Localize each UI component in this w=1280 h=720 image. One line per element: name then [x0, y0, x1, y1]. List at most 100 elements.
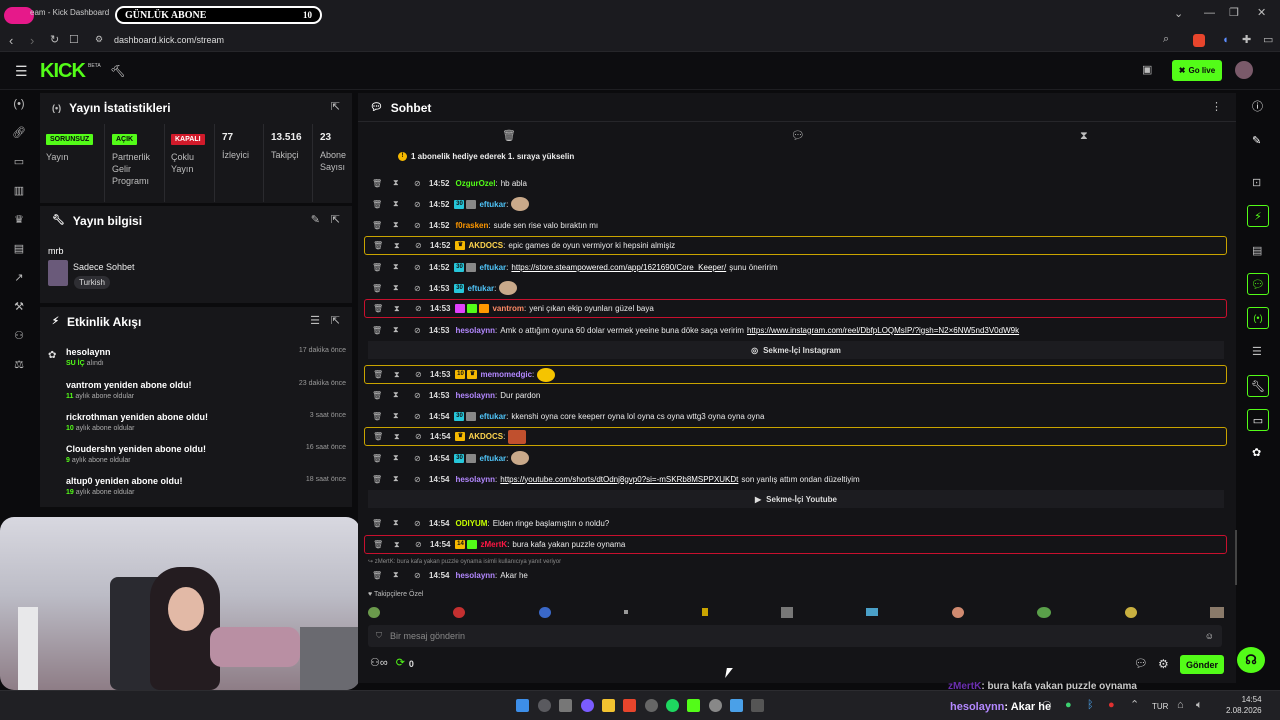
url-field[interactable]: dashboard.kick.com/stream	[114, 35, 224, 45]
message-user[interactable]: eftukar	[479, 263, 506, 272]
delete-icon[interactable]: 🗑︎	[372, 179, 385, 188]
message-user[interactable]: eftukar	[479, 200, 506, 209]
timeout-icon[interactable]: ⧗	[393, 570, 406, 580]
wrench-button[interactable]: 🔧︎	[1247, 375, 1269, 397]
kick-logo[interactable]: KICK	[40, 60, 86, 83]
send-button[interactable]: Gönder	[1180, 655, 1224, 674]
notes-icon[interactable]: ▤	[1252, 246, 1262, 257]
gear-icon[interactable]: ⚙	[1158, 658, 1169, 670]
emote-icon[interactable]	[453, 606, 466, 618]
ban-icon[interactable]: ⊘	[414, 326, 427, 335]
timeout-icon[interactable]: ⧗	[393, 474, 406, 484]
chat-message[interactable]: 🗑︎ ⧗ ⊘ 14:53 hesolaynn: Dur pardon	[364, 386, 1227, 404]
timeout-icon[interactable]: ⧗	[394, 241, 407, 251]
chat-message-highlighted[interactable]: 🗑︎ ⧗ ⊘ 14:53 10 ♛ memomedgic:	[364, 365, 1227, 384]
message-user[interactable]: eftukar	[467, 284, 494, 293]
obs-icon[interactable]	[645, 699, 658, 712]
link-icon[interactable]: 🔗︎	[8, 119, 30, 148]
message-user[interactable]: vantrom	[492, 304, 524, 313]
taskview-icon[interactable]	[559, 699, 572, 712]
message-user[interactable]: OzgurOzel	[455, 179, 495, 188]
close-icon[interactable]: ✕	[1257, 8, 1266, 19]
emoji-icon[interactable]: ☺	[1205, 631, 1214, 641]
window-button[interactable]: ▭	[1247, 409, 1269, 431]
timeout-icon[interactable]: ⧗	[393, 178, 406, 188]
chat-message[interactable]: 🗑︎ ⧗ ⊘ 14:54 hesolaynn: https://youtube.com…	[364, 470, 1227, 488]
timeout-icon[interactable]: ⧗	[393, 518, 406, 528]
bookmark-icon[interactable]: ☐	[69, 35, 79, 46]
wrench-icon[interactable]: ⚒	[8, 293, 30, 322]
extension-icon[interactable]: ◖	[1222, 35, 1229, 46]
message-user[interactable]: zMertK	[480, 540, 507, 549]
clock[interactable]: 14:54 2.08.2026	[1226, 694, 1262, 716]
video-icon[interactable]: ▤	[8, 235, 30, 264]
explorer-icon[interactable]	[602, 699, 615, 712]
delete-icon[interactable]: 🗑︎	[372, 519, 385, 528]
avatar[interactable]	[1235, 61, 1253, 79]
emote-icon[interactable]	[701, 608, 708, 616]
target-icon[interactable]: ⊡	[1252, 178, 1261, 189]
ban-icon[interactable]: ⊘	[414, 454, 427, 463]
chevron-up-icon[interactable]: ⌃	[1130, 700, 1139, 711]
embed-youtube[interactable]: ▶ Sekme-İçi Youtube	[368, 490, 1224, 508]
message-user[interactable]: hesolaynn	[455, 475, 495, 484]
users-icon[interactable]: ⚇	[8, 322, 30, 351]
hourglass-icon[interactable]: ⧗	[1080, 131, 1088, 142]
message-user[interactable]: AKDOCS	[468, 241, 503, 250]
chat-message[interactable]: 🗑︎ ⧗ ⊘ 14:54 30 eftukar: kkenshi oyna core …	[364, 407, 1227, 425]
chat-input[interactable]: ⛉ Bir mesaj gönderin ☺	[368, 625, 1222, 647]
delete-icon[interactable]: 🗑︎	[372, 412, 385, 421]
tab-title[interactable]: eam - Kick Dashboard	[30, 8, 109, 17]
ban-icon[interactable]: ⊘	[414, 221, 427, 230]
delete-icon[interactable]: 🗑︎	[372, 221, 385, 230]
site-info-icon[interactable]: ⚙	[95, 35, 103, 44]
more-icon[interactable]: ⋮	[1211, 102, 1222, 113]
delete-icon[interactable]: 🗑︎	[373, 540, 386, 549]
emote-icon[interactable]	[1209, 606, 1224, 618]
chat-message-highlighted[interactable]: 🗑︎ ⧗ ⊘ 14:54 14 zMertK: bura kafa yakan puz…	[364, 535, 1227, 554]
volume-icon[interactable]: 🔈︎	[1196, 700, 1203, 711]
bolt-button[interactable]: ⚡︎	[1247, 205, 1269, 227]
timeout-icon[interactable]: ⧗	[393, 199, 406, 209]
stack-icon[interactable]: ☰	[1252, 347, 1262, 358]
hammer-icon[interactable]: 🔨︎	[110, 65, 125, 77]
emote-icon[interactable]	[951, 606, 964, 618]
chat-message-highlighted[interactable]: 🗑︎ ⧗ ⊘ 14:54 ♛ AKDOCS:	[364, 427, 1227, 446]
delete-icon[interactable]: 🗑︎	[372, 475, 385, 484]
puzzle-icon[interactable]: ✚	[1242, 35, 1251, 46]
delete-icon[interactable]: 🗑︎	[372, 454, 385, 463]
start-icon[interactable]	[516, 699, 529, 712]
timeout-icon[interactable]: ⧗	[393, 453, 406, 463]
timeout-icon[interactable]: ⧗	[393, 411, 406, 421]
delete-icon[interactable]: 🗑︎	[373, 241, 386, 250]
chat-filter-icon[interactable]: 💬︎	[791, 131, 805, 142]
popout-icon[interactable]: ⇱	[331, 215, 340, 226]
message-user[interactable]: memomedgic	[480, 370, 532, 379]
message-user[interactable]: ODIYUM	[455, 519, 487, 528]
ban-icon[interactable]: ⊘	[414, 200, 427, 209]
timeout-icon[interactable]: ⧗	[393, 325, 406, 335]
message-user[interactable]: eftukar	[479, 454, 506, 463]
message-link[interactable]: https://youtube.com/shorts/dtOdnj8gvp0?s…	[500, 475, 738, 484]
tag-chip[interactable]: Turkish	[74, 276, 110, 289]
kick-app-icon[interactable]	[687, 699, 700, 712]
chat-message[interactable]: 🗑︎ ⧗ ⊘ 14:54 hesolaynn: Akar he	[364, 566, 1227, 584]
photos-icon[interactable]	[730, 699, 743, 712]
delete-icon[interactable]: 🗑︎	[372, 284, 385, 293]
delete-icon[interactable]: 🗑︎	[372, 571, 385, 580]
timeout-icon[interactable]: ⧗	[393, 220, 406, 230]
ban-icon[interactable]: ⊘	[415, 370, 428, 379]
ban-icon[interactable]: ⊘	[414, 571, 427, 580]
emote-icon[interactable]	[624, 610, 629, 614]
ban-icon[interactable]: ⊘	[415, 540, 428, 549]
reload-icon[interactable]: ↻	[50, 35, 59, 46]
delete-icon[interactable]: 🗑︎	[373, 304, 386, 313]
filter-icon[interactable]: ☰	[310, 316, 320, 327]
maximize-icon[interactable]: ❐	[1229, 8, 1239, 19]
brave-icon[interactable]	[623, 699, 636, 712]
back-icon[interactable]: ‹	[9, 34, 13, 47]
menu-icon[interactable]: ☰	[15, 64, 28, 78]
timeout-icon[interactable]: ⧗	[394, 370, 407, 380]
delete-icon[interactable]: 🗑︎	[372, 326, 385, 335]
ban-icon[interactable]: ⊘	[414, 475, 427, 484]
